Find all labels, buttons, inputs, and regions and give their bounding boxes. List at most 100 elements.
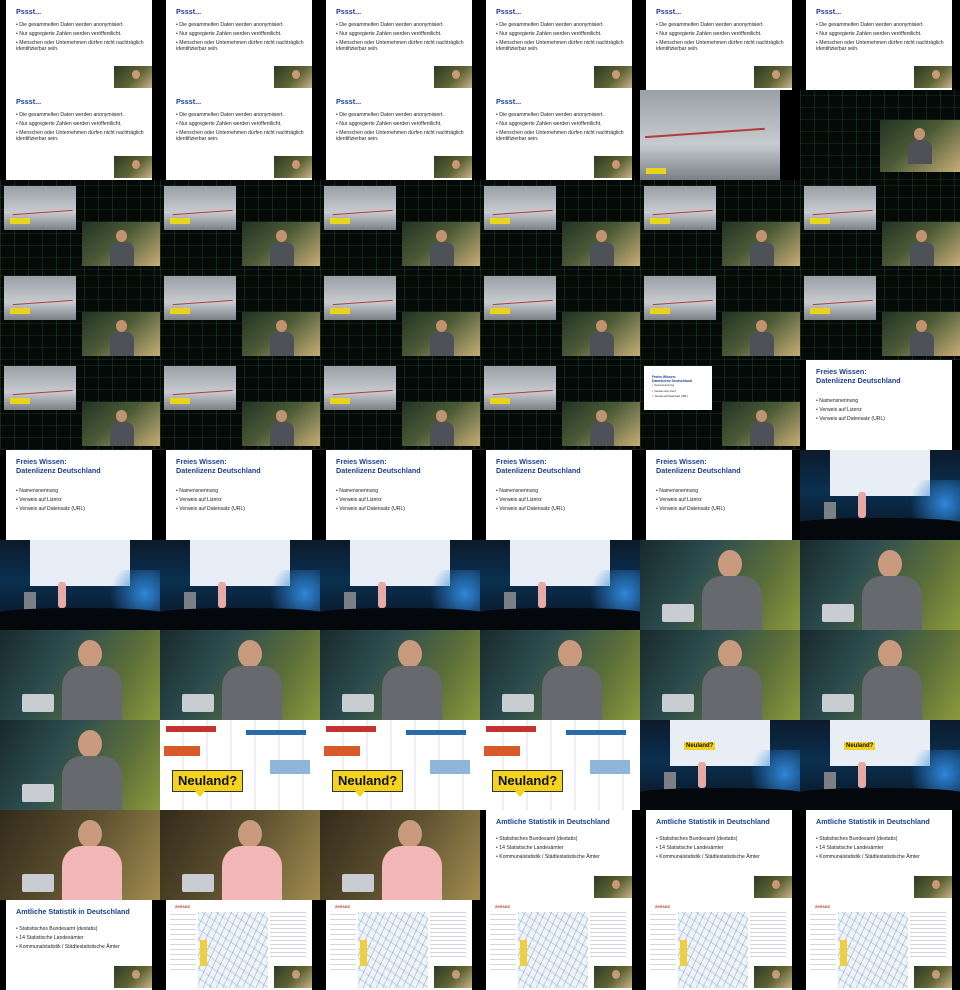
thumbnail-pssst: Pssst... Die gesammelten Daten werden ano… bbox=[320, 0, 480, 90]
thumbnail-graffiti-stage bbox=[800, 180, 960, 270]
speaker-figure bbox=[58, 582, 66, 608]
thumbnail-map: zensus bbox=[800, 900, 960, 990]
speaker-closeup bbox=[320, 810, 480, 900]
thumbnail-freies-wissen: Freies Wissen:Datenlizenz Deutschland Nam… bbox=[480, 450, 640, 540]
bullet-item: Verweis auf Datensatz (URL) bbox=[176, 506, 308, 512]
graffiti-scribble bbox=[491, 191, 553, 216]
thumbnail-hall-freies bbox=[0, 540, 160, 630]
thumbnail-pssst: Pssst... Die gesammelten Daten werden ano… bbox=[800, 0, 960, 90]
thumbnail-amtliche: Amtliche Statistik in Deutschland Statist… bbox=[0, 900, 160, 990]
speaker-inset bbox=[274, 156, 312, 178]
speaker-inset bbox=[594, 156, 632, 178]
graffiti-scribble bbox=[171, 191, 233, 216]
bullet-list: Statistisches Bundesamt (destatis) 14 Sta… bbox=[816, 836, 948, 862]
laptop bbox=[22, 694, 54, 712]
laptop bbox=[22, 784, 54, 802]
thumbnail-pssst: Pssst... Die gesammelten Daten werden ano… bbox=[160, 0, 320, 90]
bullet-item: Menschen oder Unternehmen dürfen nicht n… bbox=[336, 40, 468, 52]
bullet-item: Die gesammelten Daten werden anonymisier… bbox=[336, 22, 468, 28]
thumbnail-map: zensus bbox=[160, 900, 320, 990]
speaker-inset bbox=[914, 66, 952, 88]
bullet-item: Die gesammelten Daten werden anonymisier… bbox=[16, 22, 148, 28]
speaker-inset bbox=[82, 222, 160, 266]
website-collage-block bbox=[484, 746, 520, 756]
website-collage-block bbox=[486, 726, 536, 732]
neuland-sign: Neuland? bbox=[172, 770, 244, 797]
map-legend bbox=[910, 912, 946, 958]
thumbnail-hall-freies bbox=[320, 540, 480, 630]
slide-title: Freies Wissen: Datenlizenz Deutschland bbox=[816, 367, 948, 385]
speaker-figure bbox=[378, 582, 386, 608]
slide-title-line: Datenlizenz Deutschland bbox=[652, 379, 692, 383]
graffiti-scribble bbox=[491, 281, 553, 306]
thumbnail-amtliche: Amtliche Statistik in Deutschland Statist… bbox=[800, 810, 960, 900]
thumbnail-graffiti-stage bbox=[320, 360, 480, 450]
speaker-closeup bbox=[800, 630, 960, 720]
slide-title: Freies Wissen: Datenlizenz Deutschland bbox=[652, 375, 708, 383]
bullet-list: Die gesammelten Daten werden anonymisier… bbox=[656, 22, 788, 55]
slide-page: Freies Wissen:Datenlizenz Deutschland Nam… bbox=[646, 450, 792, 540]
laptop bbox=[822, 694, 854, 712]
graffiti-scribble bbox=[171, 371, 233, 396]
bullet-item: Verweis auf Datensatz (URL) bbox=[656, 506, 788, 512]
laptop bbox=[182, 874, 214, 892]
graffiti-scribble bbox=[643, 101, 765, 139]
bullet-item: Namensnennung bbox=[176, 488, 308, 494]
bullet-item: Nur aggregierte Zahlen werden veröffentl… bbox=[496, 121, 628, 127]
speaker-inset bbox=[882, 312, 960, 356]
slide-page: Freies Wissen:Datenlizenz Deutschland Nam… bbox=[326, 450, 472, 540]
speaker-inset bbox=[594, 66, 632, 88]
bullet-item: Nur aggregierte Zahlen werden veröffentl… bbox=[176, 121, 308, 127]
graffiti-photo bbox=[640, 90, 780, 180]
bullet-item: Nur aggregierte Zahlen werden veröffentl… bbox=[336, 31, 468, 37]
map-legend bbox=[430, 912, 466, 958]
audience bbox=[160, 608, 320, 630]
thumbnail-graffiti-stage bbox=[160, 270, 320, 360]
bullet-item: Menschen oder Unternehmen dürfen nicht n… bbox=[496, 130, 628, 142]
speaker-inset bbox=[562, 222, 640, 266]
speaker-closeup bbox=[320, 630, 480, 720]
bullet-item: Verweis auf Datensatz (URL) bbox=[816, 416, 948, 422]
thumbnail-hall-neuland: Neuland? bbox=[640, 720, 800, 810]
bullet-list: Namensnennung Verweis auf Lizenz Verweis a… bbox=[16, 488, 148, 514]
bullet-item: Menschen oder Unternehmen dürfen nicht n… bbox=[176, 130, 308, 142]
laptop bbox=[342, 874, 374, 892]
speaker-closeup bbox=[640, 630, 800, 720]
graffiti-scribble bbox=[651, 281, 713, 306]
website-collage-block bbox=[270, 760, 310, 774]
thumbnail-graffiti-stage bbox=[480, 180, 640, 270]
bullet-item: Menschen oder Unternehmen dürfen nicht n… bbox=[16, 40, 148, 52]
bullet-list: Die gesammelten Daten werden anonymisier… bbox=[496, 112, 628, 145]
thumbnail-graffiti-stage bbox=[0, 360, 160, 450]
thumbnail-hall-freies bbox=[800, 450, 960, 540]
speaker-inset bbox=[594, 966, 632, 988]
bullet-item: 14 Statistische Landesämter bbox=[656, 845, 788, 851]
website-collage-block bbox=[246, 730, 306, 735]
bullet-list: Statistisches Bundesamt (destatis) 14 Sta… bbox=[16, 926, 148, 952]
thumbnail-amtliche: Amtliche Statistik in Deutschland Statist… bbox=[480, 810, 640, 900]
bullet-list: Die gesammelten Daten werden anonymisier… bbox=[176, 112, 308, 145]
speaker-closeup bbox=[480, 630, 640, 720]
speaker-closeup bbox=[0, 810, 160, 900]
thumbnail-graffiti-stage bbox=[320, 270, 480, 360]
graffiti-photo bbox=[4, 186, 76, 230]
map-legend bbox=[810, 914, 836, 974]
speaker-closeup bbox=[0, 630, 160, 720]
speaker-closeup bbox=[640, 540, 800, 630]
bullet-item: Nur aggregierte Zahlen werden veröffentl… bbox=[336, 121, 468, 127]
website-collage-block bbox=[326, 726, 376, 732]
thumbnail-graffiti-stage bbox=[0, 180, 160, 270]
zensus-logo: zensus bbox=[655, 904, 670, 909]
speaker-closeup bbox=[160, 630, 320, 720]
speaker-inset bbox=[562, 402, 640, 446]
bullet-item: Nur aggregierte Zahlen werden veröffentl… bbox=[816, 31, 948, 37]
graffiti-photo bbox=[324, 366, 396, 410]
graffiti-photo bbox=[4, 276, 76, 320]
slide-title: Pssst... bbox=[496, 97, 522, 106]
thumbnail-pssst: Pssst... Die gesammelten Daten werden ano… bbox=[0, 0, 160, 90]
bullet-item: Verweis auf Lizenz bbox=[652, 390, 708, 393]
laptop bbox=[662, 604, 694, 622]
speaker-inset bbox=[722, 312, 800, 356]
laptop bbox=[22, 874, 54, 892]
bullet-item: Menschen oder Unternehmen dürfen nicht n… bbox=[16, 130, 148, 142]
